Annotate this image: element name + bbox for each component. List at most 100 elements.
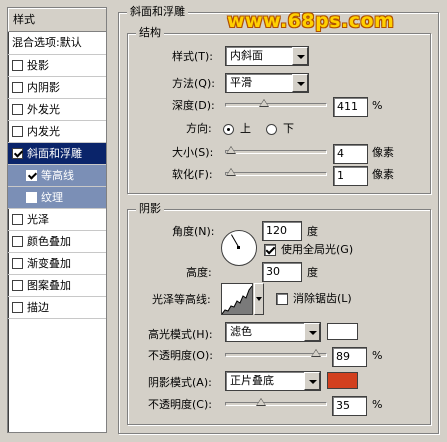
chevron-down-icon[interactable] — [292, 47, 308, 65]
style-checkbox[interactable] — [12, 302, 23, 313]
shadow-opacity-slider-thumb[interactable] — [256, 398, 266, 406]
size-label: 大小(S): — [172, 146, 214, 159]
style-select[interactable]: 内斜面 — [225, 46, 309, 66]
shadow-opacity-label: 不透明度(C): — [148, 398, 212, 411]
depth-input[interactable]: 411 — [333, 97, 368, 117]
angle-dial[interactable] — [221, 230, 257, 266]
soften-unit: 像素 — [372, 168, 394, 181]
highlight-mode-label: 高光模式(H): — [148, 328, 213, 341]
style-item-gradient-overlay[interactable]: 渐变叠加 — [8, 253, 106, 275]
style-checkbox[interactable] — [26, 170, 37, 181]
style-item-inner-shadow[interactable]: 内阴影 — [8, 77, 106, 99]
style-checkbox[interactable] — [12, 60, 23, 71]
style-item-label: 斜面和浮雕 — [27, 147, 82, 160]
highlight-opacity-unit: % — [372, 349, 383, 362]
highlight-opacity-slider-thumb[interactable] — [311, 349, 321, 357]
shadow-mode-label: 阴影模式(A): — [148, 376, 212, 389]
shading-title: 阴影 — [136, 202, 164, 216]
style-item-label: 描边 — [27, 301, 49, 314]
style-item-blending-options[interactable]: 混合选项:默认 — [8, 32, 106, 55]
technique-select[interactable]: 平滑 — [225, 73, 309, 93]
style-item-contour[interactable]: 等高线 — [8, 165, 106, 187]
highlight-opacity-label: 不透明度(O): — [148, 349, 213, 362]
style-item-bevel-emboss[interactable]: 斜面和浮雕 — [8, 143, 106, 165]
style-checkbox[interactable] — [12, 104, 23, 115]
size-slider[interactable] — [225, 150, 327, 154]
shadow-color-swatch[interactable] — [327, 372, 358, 389]
shading-group: 阴影 — [127, 202, 431, 425]
dial-hand — [231, 234, 239, 247]
style-checkbox[interactable] — [12, 126, 23, 137]
style-item-texture[interactable]: 纹理 — [8, 187, 106, 209]
style-item-label: 颜色叠加 — [27, 235, 71, 248]
gloss-contour-dropdown[interactable] — [254, 283, 264, 315]
highlight-color-swatch[interactable] — [327, 323, 358, 340]
style-item-label: 渐变叠加 — [27, 257, 71, 270]
style-item-label: 外发光 — [27, 103, 60, 116]
anti-aliased-checkbox[interactable] — [276, 293, 288, 305]
style-item-stroke[interactable]: 描边 — [8, 297, 106, 319]
style-item-satin[interactable]: 光泽 — [8, 209, 106, 231]
style-select-value: 内斜面 — [230, 49, 263, 62]
gloss-contour-label: 光泽等高线: — [152, 293, 211, 306]
style-item-label: 等高线 — [41, 169, 74, 182]
direction-label: 方向: — [186, 122, 212, 135]
technique-select-value: 平滑 — [230, 76, 252, 89]
style-checkbox[interactable] — [12, 82, 23, 93]
global-light-label: 使用全局光(G) — [281, 243, 354, 256]
style-item-inner-glow[interactable]: 内发光 — [8, 121, 106, 143]
style-item-label: 纹理 — [41, 191, 63, 204]
style-item-outer-glow[interactable]: 外发光 — [8, 99, 106, 121]
direction-up-radio[interactable] — [223, 124, 234, 135]
style-item-drop-shadow[interactable]: 投影 — [8, 55, 106, 77]
altitude-input[interactable]: 30 — [262, 262, 302, 282]
style-checkbox[interactable] — [12, 236, 23, 247]
style-item-label: 图案叠加 — [27, 279, 71, 292]
depth-unit: % — [372, 99, 383, 112]
shadow-mode-value: 正片叠底 — [230, 374, 274, 387]
styles-list: 样式 混合选项:默认 投影 内阴影 外发光 内发光 斜面和浮雕 等高线 纹理 光… — [7, 7, 107, 433]
style-item-label: 混合选项:默认 — [12, 36, 82, 49]
shadow-opacity-input[interactable]: 35 — [332, 396, 367, 416]
chevron-down-icon[interactable] — [304, 372, 320, 390]
depth-label: 深度(D): — [172, 99, 215, 112]
altitude-label: 高度: — [186, 266, 212, 279]
direction-down-label: 下 — [283, 122, 294, 135]
style-checkbox[interactable] — [12, 148, 23, 159]
soften-slider-thumb[interactable] — [226, 168, 236, 176]
depth-slider[interactable] — [225, 103, 327, 107]
direction-down-radio[interactable] — [266, 124, 277, 135]
global-light-checkbox[interactable] — [264, 244, 276, 256]
style-item-label: 内阴影 — [27, 81, 60, 94]
chevron-down-icon[interactable] — [292, 74, 308, 92]
style-checkbox[interactable] — [12, 214, 23, 225]
chevron-down-icon[interactable] — [304, 323, 320, 341]
style-item-color-overlay[interactable]: 颜色叠加 — [8, 231, 106, 253]
angle-input[interactable]: 120 — [262, 221, 302, 241]
style-checkbox[interactable] — [12, 280, 23, 291]
size-slider-thumb[interactable] — [226, 146, 236, 154]
angle-unit: 度 — [307, 225, 318, 238]
size-input[interactable]: 4 — [333, 144, 368, 164]
style-checkbox[interactable] — [12, 258, 23, 269]
highlight-opacity-input[interactable]: 89 — [332, 347, 367, 367]
structure-title: 结构 — [136, 26, 164, 40]
style-label: 样式(T): — [172, 50, 214, 63]
technique-label: 方法(Q): — [172, 77, 215, 90]
shadow-mode-select[interactable]: 正片叠底 — [225, 371, 321, 391]
depth-slider-thumb[interactable] — [259, 99, 269, 107]
size-unit: 像素 — [372, 146, 394, 159]
shadow-opacity-unit: % — [372, 398, 383, 411]
style-item-label: 光泽 — [27, 213, 49, 226]
style-checkbox[interactable] — [26, 192, 37, 203]
soften-slider[interactable] — [225, 172, 327, 176]
direction-up-label: 上 — [240, 122, 251, 135]
highlight-mode-select[interactable]: 滤色 — [225, 322, 321, 342]
bevel-emboss-title: 斜面和浮雕 — [127, 5, 188, 19]
soften-label: 软化(F): — [172, 168, 213, 181]
contour-curve-icon — [221, 285, 253, 315]
style-item-pattern-overlay[interactable]: 图案叠加 — [8, 275, 106, 297]
soften-input[interactable]: 1 — [333, 166, 368, 186]
shadow-opacity-slider[interactable] — [225, 402, 327, 406]
gloss-contour-preview[interactable] — [221, 283, 253, 315]
